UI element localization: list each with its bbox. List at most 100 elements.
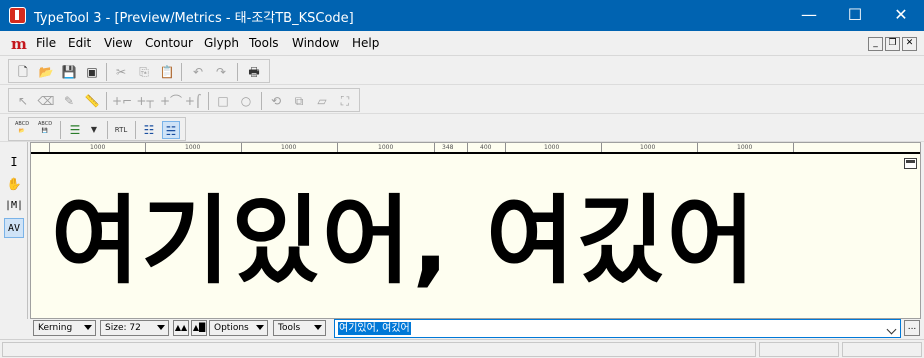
save-all-icon[interactable]: ▣: [83, 63, 101, 81]
metrics-toolbar: ABCD 📂 ABCD 💾 ☰ ▼ RTL ☷ ☵: [0, 115, 924, 142]
minimize-button[interactable]: —: [786, 0, 832, 31]
status-pane: [759, 342, 839, 357]
ruler-tick: [601, 143, 602, 152]
ruler-label: 1000: [185, 144, 201, 151]
ruler-tick: [793, 143, 794, 152]
ruler-tick: [505, 143, 506, 152]
status-pane: [842, 342, 922, 357]
app-menu-logo-icon[interactable]: m: [11, 35, 27, 53]
chevron-down-icon: [314, 325, 322, 330]
ruler-label: 348: [442, 144, 454, 151]
list-icon[interactable]: ☰: [66, 121, 84, 139]
rectangle-icon[interactable]: □: [214, 92, 232, 110]
size-dropdown[interactable]: Size: 72: [100, 320, 169, 336]
preview-canvas[interactable]: 1000 1000 1000 1000 348 400 1000 1000 10…: [30, 142, 921, 319]
menu-glyph[interactable]: Glyph: [204, 36, 239, 50]
mdi-close-button[interactable]: ✕: [902, 37, 917, 51]
menu-edit[interactable]: Edit: [68, 36, 91, 50]
rtl-icon[interactable]: RTL: [112, 121, 130, 139]
toolbar-separator: [181, 63, 182, 81]
menu-file[interactable]: File: [36, 36, 56, 50]
status-pane-main: [2, 342, 756, 357]
pen-icon[interactable]: ✎: [60, 92, 78, 110]
text-tool-icon[interactable]: I: [4, 152, 24, 172]
preview-text-value[interactable]: 여기있어, 여깄어: [338, 322, 411, 335]
toolbar-separator: [261, 92, 262, 110]
cut-icon[interactable]: ✂: [112, 63, 130, 81]
menu-window[interactable]: Window: [292, 36, 339, 50]
ruler-icon[interactable]: 📏: [83, 92, 101, 110]
toolbar-separator: [106, 63, 107, 81]
chevron-down-icon: [256, 325, 264, 330]
open-folder-icon[interactable]: 📂: [37, 63, 55, 81]
metrics-ruler: 1000 1000 1000 1000 348 400 1000 1000 10…: [31, 143, 920, 154]
menu-help[interactable]: Help: [352, 36, 379, 50]
save-icon[interactable]: 💾: [60, 63, 78, 81]
ruler-tick: [467, 143, 468, 152]
ellipse-icon[interactable]: ○: [237, 92, 255, 110]
redo-icon[interactable]: ↷: [212, 63, 230, 81]
paste-icon[interactable]: 📋: [158, 63, 176, 81]
chevron-down-icon: [157, 325, 165, 330]
add-corner-icon[interactable]: +⌐: [112, 92, 132, 110]
panel-toggle-icon[interactable]: [904, 158, 917, 169]
scale-icon[interactable]: ⧉: [290, 92, 308, 110]
decrease-size-icon[interactable]: ▲▲: [173, 320, 189, 336]
close-button[interactable]: ✕: [878, 0, 924, 31]
copy-icon[interactable]: ⎘: [135, 63, 153, 81]
app-icon[interactable]: [9, 7, 26, 24]
chevron-down-icon: [84, 325, 92, 330]
hand-tool-icon[interactable]: ✋: [4, 174, 24, 194]
transform-icon[interactable]: ⛶: [336, 92, 354, 110]
more-button[interactable]: ...: [904, 320, 920, 336]
increase-size-icon[interactable]: ▲█: [191, 320, 207, 336]
eraser-icon[interactable]: ⌫: [37, 92, 55, 110]
maximize-button[interactable]: ☐: [832, 0, 878, 31]
kerning-mode-icon[interactable]: ☵: [162, 121, 180, 139]
rotate-icon[interactable]: ⟲: [267, 92, 285, 110]
menu-view[interactable]: View: [104, 36, 132, 50]
mdi-restore-button[interactable]: ❐: [885, 37, 900, 51]
kerning-dropdown-label: Kerning: [38, 323, 73, 333]
pointer-icon[interactable]: ↖: [14, 92, 32, 110]
window-title: TypeTool 3 - [Preview/Metrics - 태-조각TB_K…: [34, 11, 354, 26]
toolbar-separator: [208, 92, 209, 110]
ruler-tick: [434, 143, 435, 152]
add-tangent-icon[interactable]: +┬: [136, 92, 154, 110]
undo-icon[interactable]: ↶: [189, 63, 207, 81]
list-dropdown-icon[interactable]: ▼: [85, 121, 103, 139]
print-icon[interactable]: 🖶: [245, 63, 263, 81]
preview-glyph-string: 여기있어, 여깄어: [51, 185, 758, 297]
save-string-icon[interactable]: ABCD 💾: [36, 121, 54, 139]
chevron-down-icon[interactable]: [886, 324, 897, 335]
ruler-tick: [49, 143, 50, 152]
ruler-tick: [337, 143, 338, 152]
add-point-icon[interactable]: +⌠: [184, 92, 202, 110]
abcd-label: ABCD: [14, 121, 30, 127]
file-toolbar-group: 🗋 📂 💾 ▣ ✂ ⎘ 📋 ↶ ↷ 🖶: [8, 59, 270, 83]
ruler-label: 1000: [640, 144, 656, 151]
size-dropdown-label: Size: 72: [105, 323, 141, 333]
kerning-dropdown[interactable]: Kerning: [33, 320, 96, 336]
toolbar-separator: [107, 121, 108, 139]
ruler-label: 1000: [281, 144, 297, 151]
abcd-label: ABCD: [37, 121, 53, 127]
tools-dropdown[interactable]: Tools: [273, 320, 326, 336]
toolbar-separator: [237, 63, 238, 81]
new-file-icon[interactable]: 🗋: [14, 63, 32, 81]
slant-icon[interactable]: ▱: [313, 92, 331, 110]
options-dropdown-label: Options: [214, 323, 249, 333]
drawing-toolbar: ↖ ⌫ ✎ 📏 +⌐ +┬ +⌒ +⌠ □ ○ ⟲ ⧉ ▱ ⛶: [0, 86, 924, 114]
add-curve-icon[interactable]: +⌒: [160, 92, 182, 110]
options-dropdown[interactable]: Options: [209, 320, 268, 336]
open-string-icon[interactable]: ABCD 📂: [13, 121, 31, 139]
menu-tools[interactable]: Tools: [249, 36, 279, 50]
mdi-minimize-button[interactable]: _: [868, 37, 883, 51]
kerning-tool-icon[interactable]: AV: [4, 218, 24, 238]
ruler-label: 400: [480, 144, 492, 151]
menu-contour[interactable]: Contour: [145, 36, 193, 50]
preview-text-combobox[interactable]: 여기있어, 여깄어: [334, 319, 901, 338]
toolbar-separator: [106, 92, 107, 110]
metrics-mode-icon[interactable]: ☷: [140, 121, 158, 139]
metrics-tool-icon[interactable]: |M|: [4, 196, 24, 216]
